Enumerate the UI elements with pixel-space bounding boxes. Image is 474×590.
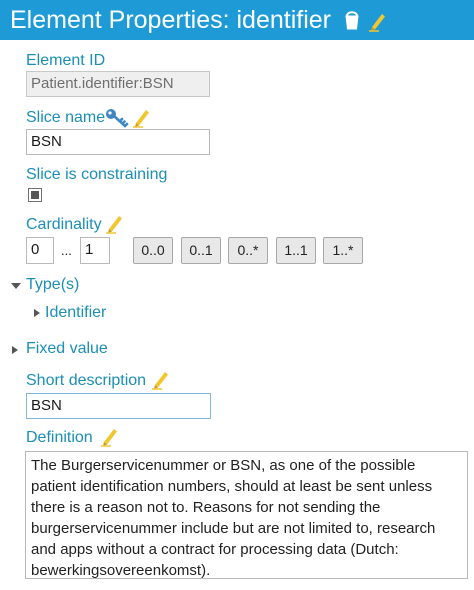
- window-title: Element Properties: identifier: [10, 6, 331, 34]
- cardinality-preset-1-star-button[interactable]: 1..*: [323, 237, 363, 264]
- caret-right-icon[interactable]: [33, 308, 41, 318]
- short-description-label: Short description: [26, 372, 147, 389]
- short-description-input[interactable]: BSN: [26, 393, 211, 419]
- caret-right-icon[interactable]: [11, 345, 19, 355]
- types-label[interactable]: Type(s): [26, 276, 79, 294]
- fixed-value-label[interactable]: Fixed value: [26, 340, 108, 358]
- cardinality-separator: ...: [61, 243, 72, 258]
- bucket-icon[interactable]: [344, 10, 360, 32]
- title-bar: Element Properties: identifier: [0, 0, 474, 40]
- slice-name-input[interactable]: BSN: [26, 129, 210, 155]
- element-id-label: Element ID: [26, 52, 106, 69]
- key-icon[interactable]: [105, 108, 129, 128]
- edit-pencil-icon[interactable]: [131, 106, 151, 128]
- slice-constraining-checkbox[interactable]: [28, 188, 42, 202]
- element-id-field: Patient.identifier:BSN: [26, 71, 210, 97]
- slice-constraining-label: Slice is constraining: [26, 166, 168, 183]
- cardinality-min-input[interactable]: 0: [26, 237, 54, 264]
- cardinality-max-input[interactable]: 1: [80, 237, 110, 264]
- cardinality-preset-0-star-button[interactable]: 0..*: [228, 237, 268, 264]
- cardinality-preset-1-1-button[interactable]: 1..1: [276, 237, 316, 264]
- slice-name-label: Slice name: [26, 109, 106, 126]
- definition-textarea[interactable]: The Burgerservicenummer or BSN, as one o…: [25, 451, 468, 579]
- definition-label: Definition: [26, 429, 93, 446]
- caret-down-icon[interactable]: [10, 281, 22, 291]
- edit-pencil-icon[interactable]: [367, 10, 387, 33]
- type-item-identifier[interactable]: Identifier: [45, 304, 106, 322]
- edit-pencil-icon[interactable]: [150, 368, 170, 390]
- cardinality-preset-0-1-button[interactable]: 0..1: [181, 237, 221, 264]
- edit-pencil-icon[interactable]: [99, 425, 119, 447]
- edit-pencil-icon[interactable]: [104, 212, 124, 234]
- cardinality-preset-0-0-button[interactable]: 0..0: [133, 237, 173, 264]
- cardinality-label: Cardinality: [26, 216, 102, 233]
